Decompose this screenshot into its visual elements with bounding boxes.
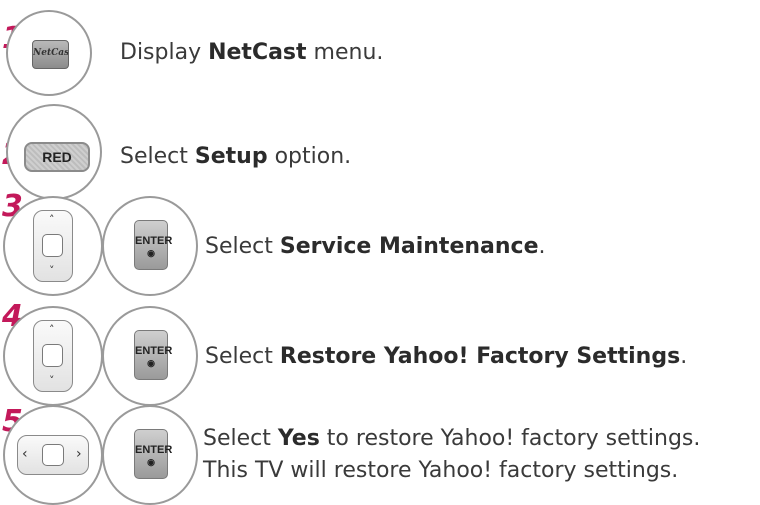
nav-center-button — [42, 444, 64, 466]
enter-button-circle: ENTER ◉ — [102, 306, 198, 406]
step-highlight: Yes — [277, 426, 320, 451]
enter-button-icon: ENTER ◉ — [134, 330, 172, 380]
step-text: Select Restore Yahoo! Factory Settings. — [205, 344, 688, 369]
step-highlight: Setup — [194, 144, 268, 169]
step-highlight: Restore Yahoo! Factory Settings — [279, 344, 681, 369]
nav-center-button — [42, 234, 63, 257]
step-5: 5 ‹ › ENTER ◉ Select Yes to restore Yaho… — [0, 405, 760, 505]
step-text: Select Setup option. — [120, 144, 352, 169]
nav-button-circle: ˄ ˅ — [3, 306, 103, 406]
step-4: 4 ˄ ˅ ENTER ◉ Select Restore Yahoo! Fact… — [0, 300, 760, 406]
step-highlight: Service Maintenance — [279, 234, 539, 259]
enter-dot-icon: ◉ — [147, 248, 155, 258]
step-text: Select Yes to restore Yahoo! factory set… — [203, 426, 701, 451]
up-down-nav-icon: ˄ ˅ — [33, 210, 73, 282]
step-text: Select Service Maintenance. — [205, 234, 546, 259]
red-button-circle: RED — [6, 104, 102, 200]
step-text: Display NetCast menu. — [120, 40, 384, 65]
up-down-nav-icon: ˄ ˅ — [33, 320, 73, 392]
red-button-icon: RED — [24, 142, 90, 172]
nav-button-circle: ‹ › — [3, 405, 103, 505]
step-1: 1 NetCast Display NetCast menu. — [0, 0, 760, 100]
enter-button-icon: ENTER ◉ — [134, 220, 172, 270]
arrow-down-icon: ˅ — [49, 374, 55, 387]
enter-dot-icon: ◉ — [147, 358, 155, 368]
step-2: 2 RED Select Setup option. — [0, 100, 760, 200]
left-right-nav-icon: ‹ › — [17, 435, 89, 475]
netcast-icon: NetCast — [32, 40, 69, 69]
enter-button-circle: ENTER ◉ — [102, 196, 198, 296]
arrow-right-icon: › — [76, 446, 82, 462]
arrow-up-icon: ˄ — [49, 213, 55, 226]
netcast-button-circle: NetCast — [6, 10, 92, 96]
step-highlight: NetCast — [208, 40, 307, 65]
enter-button-icon: ENTER ◉ — [134, 429, 172, 479]
arrow-down-icon: ˅ — [49, 264, 55, 277]
nav-button-circle: ˄ ˅ — [3, 196, 103, 296]
step-3: 3 ˄ ˅ ENTER ◉ Select Service Maintenance… — [0, 190, 760, 296]
step-text-line2: This TV will restore Yahoo! factory sett… — [203, 458, 679, 483]
enter-button-circle: ENTER ◉ — [102, 405, 198, 505]
enter-dot-icon: ◉ — [147, 457, 155, 467]
nav-center-button — [42, 344, 63, 367]
arrow-up-icon: ˄ — [49, 323, 55, 336]
arrow-left-icon: ‹ — [22, 446, 28, 462]
